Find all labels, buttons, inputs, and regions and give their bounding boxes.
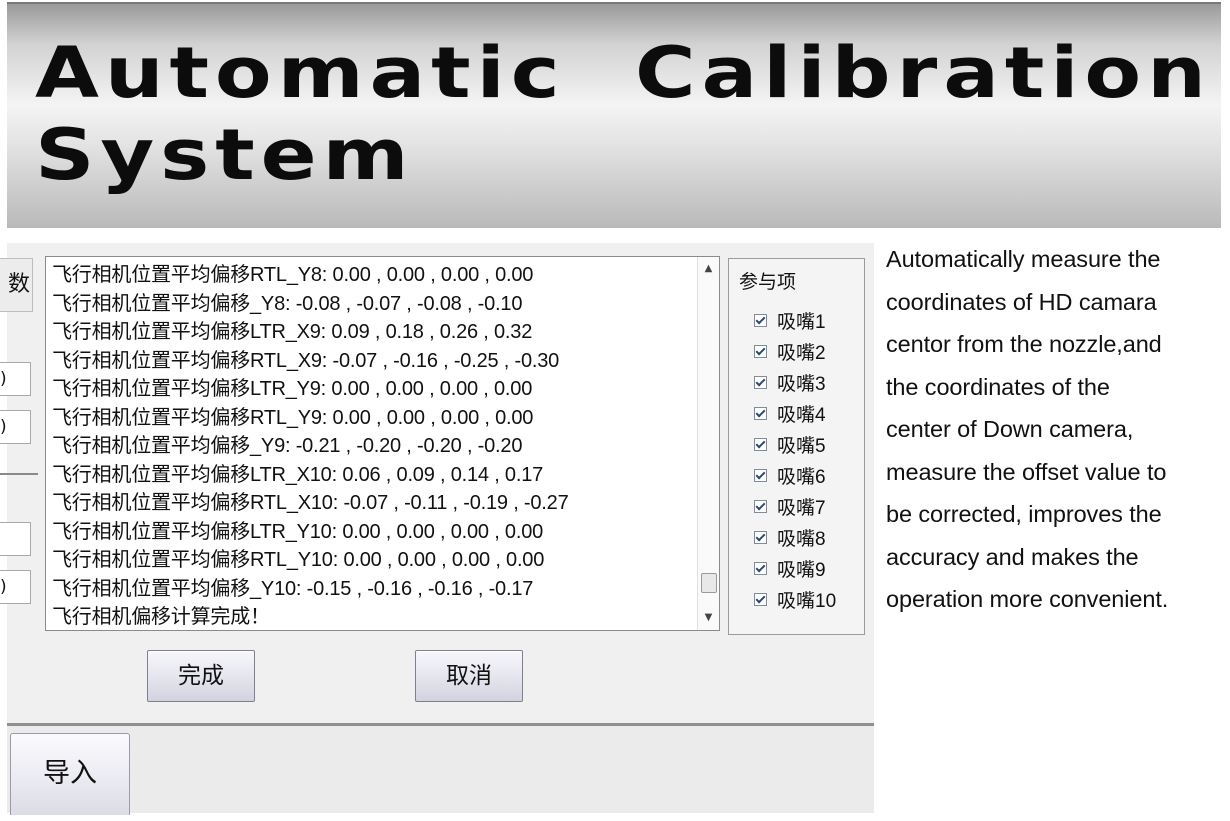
description-line: centor from the nozzle,and: [886, 331, 1162, 357]
nozzle-checkbox-8[interactable]: 吸嘴8: [754, 522, 836, 553]
description-line: measure the offset value to: [886, 458, 1167, 485]
parameter-field-2[interactable]: ): [0, 410, 31, 444]
banner-title: Automatic Calibration System: [35, 32, 1212, 196]
log-line: 飞行相机位置平均偏移RTL_Y8: 0.00 , 0.00 , 0.00 , 0…: [52, 264, 534, 286]
nozzle-checkbox-5[interactable]: 吸嘴5: [754, 429, 836, 460]
log-line: 飞行相机位置平均偏移_Y9: -0.21 , -0.20 , -0.20 , -…: [52, 435, 523, 457]
participants-title: 参与项: [739, 272, 797, 293]
nozzle-checkbox-7[interactable]: 吸嘴7: [754, 491, 836, 522]
scrollbar-thumb[interactable]: [701, 573, 717, 593]
nozzle-checkbox-9[interactable]: 吸嘴9: [754, 553, 836, 584]
nozzle-checkbox-2[interactable]: 吸嘴2: [754, 336, 836, 367]
nozzle-label: 吸嘴2: [777, 343, 826, 364]
checkmark-icon[interactable]: [754, 593, 767, 606]
feature-description: Automatically measure the coordinates of…: [886, 238, 1221, 621]
nozzle-label: 吸嘴6: [777, 467, 826, 488]
parameter-field-3[interactable]: [0, 522, 31, 556]
log-line: 飞行相机位置平均偏移LTR_Y10: 0.00 , 0.00 , 0.00 , …: [52, 520, 544, 543]
checkmark-icon[interactable]: [754, 469, 767, 482]
parameter-field-1[interactable]: ): [0, 362, 31, 396]
nozzle-checkbox-6[interactable]: 吸嘴6: [754, 460, 836, 491]
nozzle-label: 吸嘴4: [777, 405, 826, 426]
description-line: the coordinates of the: [886, 373, 1110, 400]
log-lines: 飞行相机位置平均偏移RTL_Y8: 0.00 , 0.00 , 0.00 , 0…: [52, 261, 692, 630]
section-divider-fragment: [0, 473, 38, 475]
log-line: 飞行相机位置平均偏移_Y8: -0.08 , -0.07 , -0.08 , -…: [52, 292, 523, 315]
nozzle-checkbox-list: 吸嘴1 吸嘴2 吸嘴3 吸嘴4 吸嘴5 吸嘴6 吸嘴7 吸嘴8 吸嘴9 吸嘴10: [754, 305, 836, 615]
checkmark-icon[interactable]: [754, 500, 767, 513]
import-button[interactable]: 导入: [10, 733, 130, 815]
parameter-field-4[interactable]: ): [0, 570, 31, 604]
nozzle-label: 吸嘴5: [777, 436, 826, 457]
nozzle-label: 吸嘴10: [777, 591, 837, 612]
bottom-toolbar: [7, 726, 874, 813]
nozzle-checkbox-10[interactable]: 吸嘴10: [754, 584, 836, 615]
description-line: Automatically measure the: [886, 246, 1161, 272]
description-line: coordinates of HD camara: [886, 288, 1157, 315]
description-line: be corrected, improves the: [886, 501, 1162, 527]
checkmark-icon[interactable]: [754, 345, 767, 358]
log-line: 飞行相机位置平均偏移_Y10: -0.15 , -0.16 , -0.16 , …: [52, 577, 534, 600]
checkmark-icon[interactable]: [754, 438, 767, 451]
log-line: 飞行相机位置平均偏移RTL_X10: -0.07 , -0.11 , -0.19…: [52, 492, 569, 514]
log-line: 飞行相机位置平均偏移RTL_Y9: 0.00 , 0.00 , 0.00 , 0…: [52, 406, 534, 429]
nozzle-label: 吸嘴8: [777, 529, 826, 550]
scroll-up-arrow-icon[interactable]: ▲: [698, 259, 719, 279]
description-line: accuracy and makes the: [886, 543, 1139, 570]
banner-title-line-1: Automatic Calibration: [35, 32, 1212, 114]
checkmark-icon[interactable]: [754, 531, 767, 544]
participants-groupbox: 参与项 吸嘴1 吸嘴2 吸嘴3 吸嘴4 吸嘴5 吸嘴6 吸嘴7 吸嘴8 吸嘴9 …: [728, 258, 865, 635]
parameters-tab-fragment[interactable]: 数: [0, 258, 33, 312]
banner-title-line-2: System: [35, 114, 415, 196]
checkmark-icon[interactable]: [754, 314, 767, 327]
log-line: 飞行相机位置平均偏移LTR_X10: 0.06 , 0.09 , 0.14 , …: [52, 463, 544, 486]
nozzle-label: 吸嘴1: [777, 312, 826, 333]
cancel-button[interactable]: 取消: [415, 650, 523, 702]
checkmark-icon[interactable]: [754, 562, 767, 575]
log-line: 飞行相机偏移计算完成！: [52, 606, 270, 628]
checkmark-icon[interactable]: [754, 407, 767, 420]
title-banner: Automatic Calibration System: [7, 2, 1221, 228]
log-line: 飞行相机位置平均偏移RTL_Y10: 0.00 , 0.00 , 0.00 , …: [52, 549, 545, 571]
description-line: operation more convenient.: [886, 586, 1169, 612]
scroll-down-arrow-icon[interactable]: ▼: [698, 608, 719, 628]
log-scrollbar[interactable]: ▲ ▼: [697, 257, 719, 630]
log-line: 飞行相机位置平均偏移RTL_X9: -0.07 , -0.16 , -0.25 …: [52, 349, 560, 372]
done-button[interactable]: 完成: [147, 650, 255, 702]
description-line: center of Down camera,: [886, 416, 1134, 442]
nozzle-checkbox-4[interactable]: 吸嘴4: [754, 398, 836, 429]
nozzle-label: 吸嘴9: [777, 560, 826, 581]
calibration-log-textbox[interactable]: 飞行相机位置平均偏移RTL_Y8: 0.00 , 0.00 , 0.00 , 0…: [45, 256, 720, 631]
nozzle-checkbox-3[interactable]: 吸嘴3: [754, 367, 836, 398]
checkmark-icon[interactable]: [754, 376, 767, 389]
log-line: 飞行相机位置平均偏移LTR_Y9: 0.00 , 0.00 , 0.00 , 0…: [52, 378, 533, 400]
nozzle-checkbox-1[interactable]: 吸嘴1: [754, 305, 836, 336]
nozzle-label: 吸嘴3: [777, 374, 826, 395]
nozzle-label: 吸嘴7: [777, 498, 826, 519]
log-line: 飞行相机位置平均偏移LTR_X9: 0.09 , 0.18 , 0.26 , 0…: [52, 321, 533, 343]
